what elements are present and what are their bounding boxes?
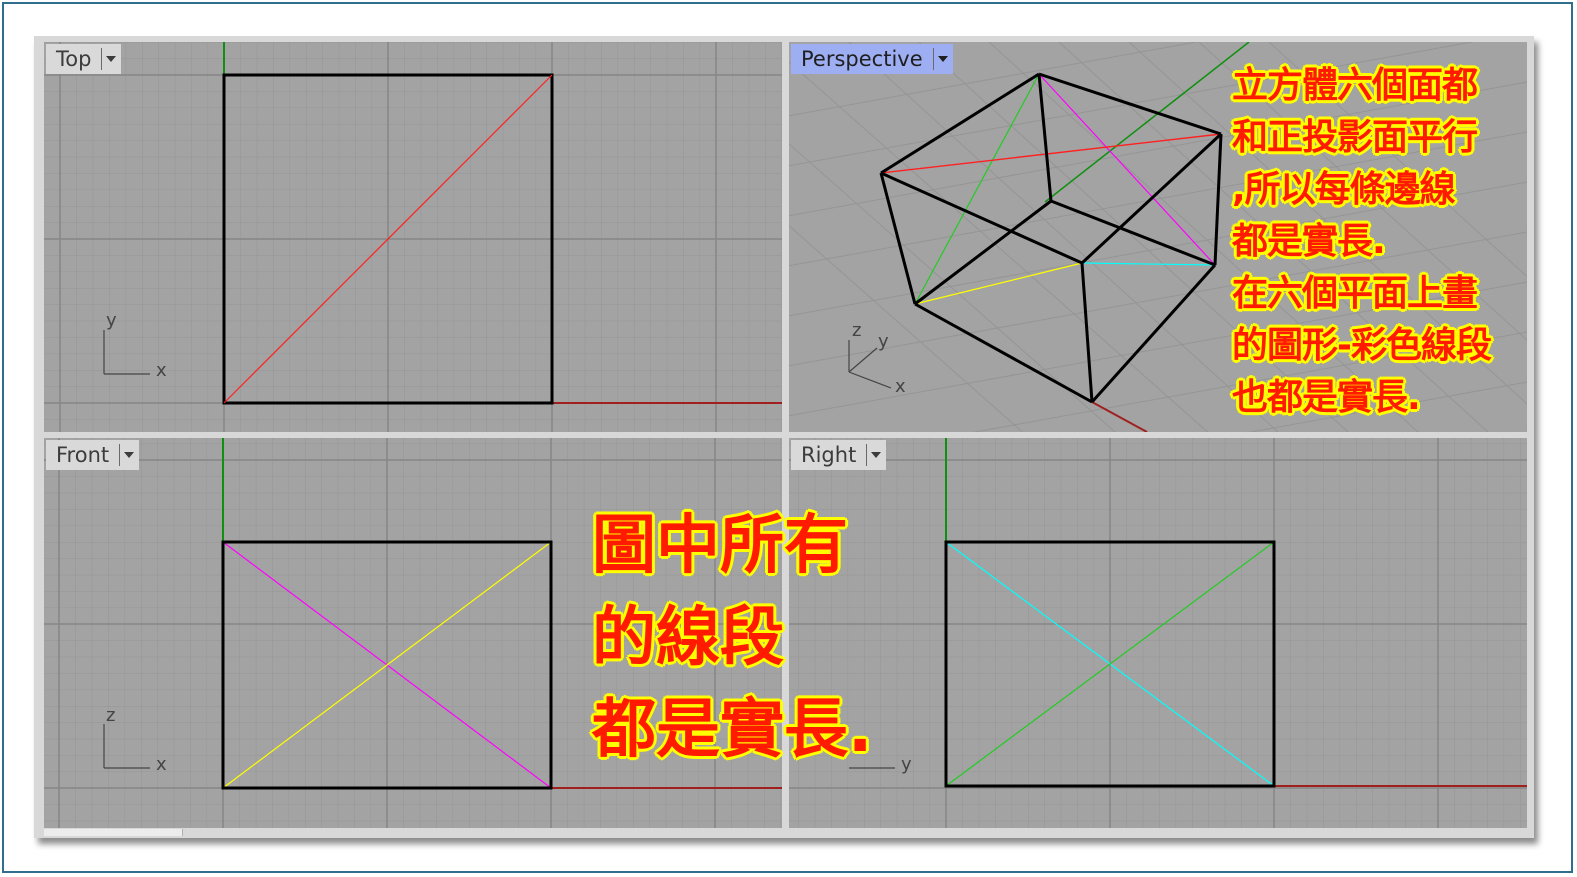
axis-label-z: z bbox=[852, 320, 861, 341]
top-viewport-canvas[interactable]: y x bbox=[44, 42, 782, 432]
axis-label-x: x bbox=[156, 754, 167, 775]
x-axis-line bbox=[1091, 401, 1148, 432]
tab-front-label: Front bbox=[56, 443, 110, 467]
annotation-center-note: 圖中所有 的線段 都是實長. bbox=[592, 500, 872, 776]
note-line: 圖中所有 bbox=[592, 509, 848, 583]
axis-label-y: y bbox=[878, 331, 889, 352]
tab-perspective-label: Perspective bbox=[801, 47, 923, 71]
axis-label-y: y bbox=[901, 754, 912, 775]
note-line: 在六個平面上畫 bbox=[1232, 273, 1478, 314]
note-line: ,所以每條邊線 bbox=[1232, 169, 1456, 210]
note-line: 也都是實長. bbox=[1232, 377, 1421, 418]
diagonal-cyan bbox=[1081, 262, 1216, 266]
axis-label-y: y bbox=[106, 310, 117, 331]
tab-top[interactable]: Top bbox=[46, 44, 122, 74]
note-line: 的線段 bbox=[592, 601, 784, 675]
tab-perspective[interactable]: Perspective bbox=[791, 44, 953, 74]
axis-label-z: z bbox=[106, 705, 115, 726]
note-line: 都是實長. bbox=[1232, 221, 1386, 262]
dropdown-arrow-icon[interactable] bbox=[937, 49, 949, 69]
tab-right-label: Right bbox=[801, 443, 857, 467]
right-viewport[interactable]: y Right bbox=[789, 438, 1527, 828]
axis-label-x: x bbox=[156, 360, 167, 381]
tab-top-label: Top bbox=[56, 47, 92, 71]
note-line: 的圖形-彩色線段 bbox=[1232, 325, 1492, 366]
top-viewport[interactable]: y x Top bbox=[44, 42, 782, 432]
note-line: 立方體六個面都 bbox=[1232, 65, 1478, 106]
tab-right[interactable]: Right bbox=[791, 440, 887, 470]
annotation-right-note: 立方體六個面都 和正投影面平行 ,所以每條邊線 都是實長. 在六個平面上畫 的圖… bbox=[1232, 60, 1492, 424]
axis-label-x: x bbox=[895, 376, 906, 397]
dropdown-arrow-icon[interactable] bbox=[123, 445, 135, 465]
dropdown-arrow-icon[interactable] bbox=[870, 445, 882, 465]
dropdown-arrow-icon[interactable] bbox=[105, 49, 117, 69]
diagonal-green bbox=[914, 73, 1040, 305]
note-line: 和正投影面平行 bbox=[1232, 117, 1478, 158]
right-viewport-canvas[interactable]: y bbox=[789, 438, 1527, 828]
status-strip bbox=[44, 829, 183, 836]
cube-wireframe bbox=[879, 72, 1223, 404]
tab-front[interactable]: Front bbox=[46, 440, 140, 470]
note-line: 都是實長. bbox=[592, 693, 873, 767]
